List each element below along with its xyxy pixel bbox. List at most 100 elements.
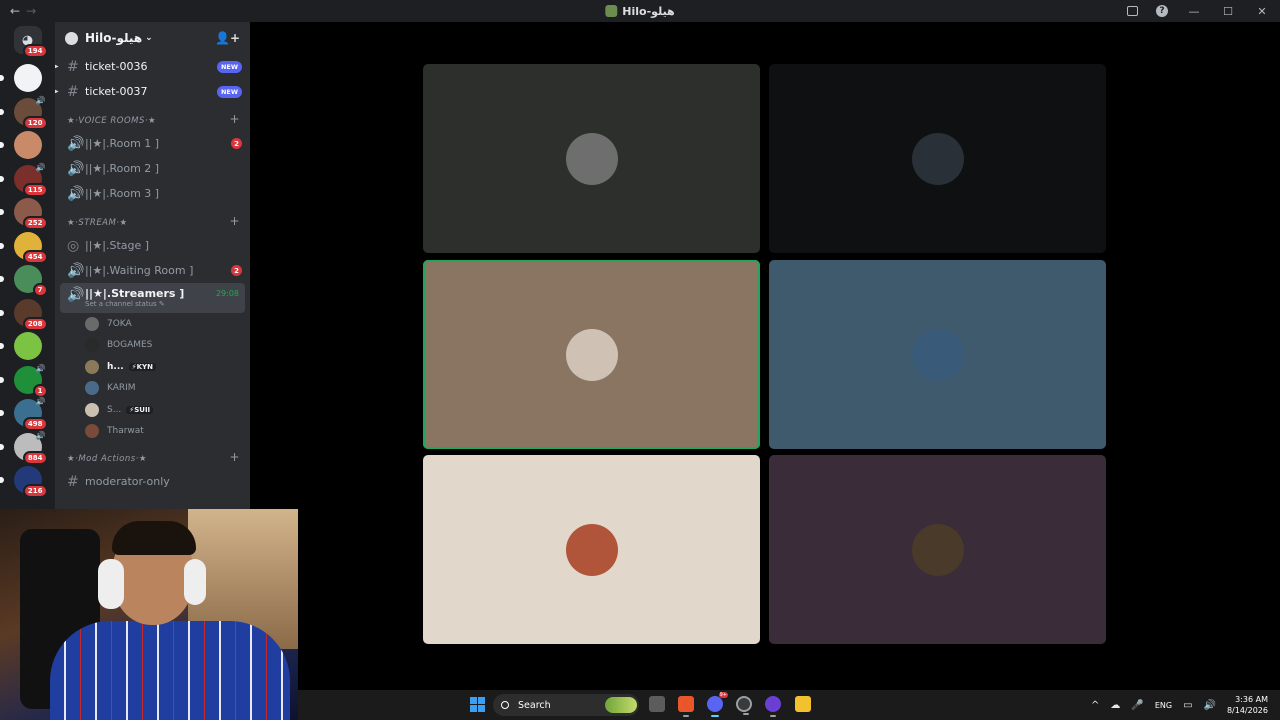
channel-moderator-only[interactable]: # moderator-only <box>55 469 250 494</box>
obs-icon[interactable] <box>736 696 752 715</box>
server-icon[interactable]: 🔊 884 <box>0 431 48 465</box>
taskbar-search[interactable]: Search <box>493 694 639 716</box>
mention-badge: 454 <box>22 249 48 264</box>
server-icon[interactable]: 🔊 498 <box>0 397 48 431</box>
task-view-icon[interactable] <box>649 696 665 712</box>
voice-channel-room-3[interactable]: 🔊 ||★|.Room 3 ] <box>55 181 250 206</box>
language-indicator[interactable]: ENG <box>1155 701 1172 710</box>
participant-tile[interactable] <box>769 455 1106 644</box>
user-count-badge: 2 <box>231 265 242 276</box>
guild-header[interactable]: Hilo-هيلو ⌄ 👤+ <box>55 22 250 54</box>
channel-name: ||★|.Streamers ] <box>85 287 185 300</box>
taskbar-clock[interactable]: 3:36 AM 8/14/2026 <box>1227 694 1268 716</box>
inbox-icon[interactable] <box>1127 6 1138 16</box>
channel-ticket-0036[interactable]: ▶ # ticket-0036 NEW <box>55 54 250 79</box>
avatar <box>85 381 99 396</box>
discord-icon[interactable]: 9+ <box>707 692 728 717</box>
category-stream[interactable]: ★·STREAM·★ + <box>55 206 250 233</box>
maximize-button[interactable]: ☐ <box>1220 5 1236 18</box>
member-name: h... <box>107 361 124 372</box>
create-channel-icon[interactable]: + <box>229 112 240 126</box>
unread-pill <box>0 343 4 349</box>
hash-icon: # <box>67 83 79 100</box>
file-explorer-icon[interactable] <box>795 696 811 712</box>
headphones-left <box>98 559 124 609</box>
voice-member[interactable]: BOGAMES <box>55 335 250 357</box>
channel-name: ||★|.Stage ] <box>85 239 150 252</box>
onedrive-icon[interactable]: ☁ <box>1110 700 1120 711</box>
server-icon[interactable] <box>0 332 42 360</box>
unread-pill <box>0 443 4 450</box>
tray-overflow-icon[interactable]: ^ <box>1091 700 1099 711</box>
volume-icon[interactable]: 🔊 <box>1204 700 1216 711</box>
direct-messages-button[interactable]: ◕ 194 <box>13 26 48 58</box>
voice-member[interactable]: h... ⚡KYN <box>55 356 250 378</box>
search-highlight-image <box>605 697 637 713</box>
set-channel-status[interactable]: Set a channel status ✎ <box>85 300 165 308</box>
participant-avatar <box>565 523 618 576</box>
participant-tile[interactable] <box>769 64 1106 253</box>
participant-tile[interactable] <box>423 64 760 253</box>
back-button[interactable]: ← <box>10 4 20 18</box>
guild-tag: ⚡SUII <box>126 405 154 414</box>
network-icon[interactable]: ▭ <box>1183 700 1192 711</box>
help-icon[interactable]: ? <box>1156 5 1168 17</box>
microphone-icon[interactable]: 🎤 <box>1131 700 1143 711</box>
call-timer: 29:08 <box>215 289 239 298</box>
home-badge: 194 <box>22 44 48 58</box>
stage-channel[interactable]: ◎ ||★|.Stage ] <box>55 233 250 258</box>
channel-name: ||★|.Room 3 ] <box>85 187 160 200</box>
server-icon[interactable]: 454 <box>0 231 48 264</box>
voice-channel-waiting-room[interactable]: 🔊 ||★|.Waiting Room ] 2 <box>55 258 250 283</box>
server-icon[interactable]: 🔊 120 <box>0 96 48 130</box>
user-count-badge: 2 <box>231 138 242 149</box>
member-name: BOGAMES <box>107 340 153 351</box>
voice-member[interactable]: KARIM <box>55 378 250 400</box>
headphones-right <box>184 559 206 605</box>
participant-tile[interactable] <box>423 455 760 644</box>
create-channel-icon[interactable]: + <box>229 214 240 228</box>
category-voice-rooms[interactable]: ★·VOICE ROOMS·★ + <box>55 104 250 131</box>
webcam-overlay <box>0 509 298 720</box>
minimize-button[interactable]: — <box>1186 5 1202 18</box>
invite-people-icon[interactable]: 👤+ <box>215 31 240 45</box>
server-icon[interactable]: 252 <box>0 198 48 230</box>
voice-member[interactable]: Tharwat <box>55 421 250 443</box>
channel-name: ticket-0037 <box>85 85 148 98</box>
clock-time: 3:36 AM <box>1235 695 1268 704</box>
server-icon[interactable]: 208 <box>0 298 48 331</box>
chevron-down-icon: ⌄ <box>145 33 153 43</box>
server-icon[interactable]: 7 <box>0 265 48 297</box>
participant-tile[interactable] <box>423 260 760 449</box>
voice-member[interactable]: S... ⚡SUII <box>55 399 250 421</box>
voice-channel-streamers[interactable]: 🔊 ||★|.Streamers ] 29:08 Set a channel s… <box>60 283 245 313</box>
participant-tile[interactable] <box>769 260 1106 449</box>
server-icon[interactable] <box>0 64 42 92</box>
unread-pill <box>0 309 4 316</box>
clock-date: 8/14/2026 <box>1226 706 1268 715</box>
category-mod-actions[interactable]: ★·Mod Actions·★ + <box>55 442 250 469</box>
server-icon[interactable]: 🔊 1 <box>0 364 48 398</box>
server-icon[interactable] <box>0 131 42 159</box>
voice-channel-room-2[interactable]: 🔊 ||★|.Room 2 ] <box>55 156 250 181</box>
voice-active-icon: 🔊 <box>35 162 46 172</box>
forward-button[interactable]: → <box>26 4 36 18</box>
windows-start-icon[interactable] <box>470 697 485 712</box>
channel-name: ||★|.Room 1 ] <box>85 137 160 150</box>
create-channel-icon[interactable]: + <box>229 450 240 464</box>
voice-active-icon: 🔊 <box>35 95 46 105</box>
mention-badge: 1 <box>32 383 48 398</box>
unread-pill <box>0 209 4 215</box>
mention-badge: 115 <box>22 182 48 197</box>
voice-member[interactable]: 7OKA <box>55 313 250 335</box>
title-bar: ← → Hilo-هيلو ? — ☐ ✕ <box>0 0 1280 22</box>
close-button[interactable]: ✕ <box>1254 5 1270 18</box>
server-icon[interactable]: 216 <box>0 466 48 498</box>
brave-browser-icon[interactable] <box>678 696 694 717</box>
app-circle-icon[interactable] <box>765 696 781 717</box>
channel-name: ticket-0036 <box>85 60 148 73</box>
speaker-icon: 🔊 <box>67 135 85 152</box>
voice-channel-room-1[interactable]: 🔊 ||★|.Room 1 ] 2 <box>55 131 250 156</box>
server-icon[interactable]: 🔊 115 <box>0 163 48 197</box>
channel-ticket-0037[interactable]: ▶ # ticket-0037 NEW <box>55 79 250 104</box>
